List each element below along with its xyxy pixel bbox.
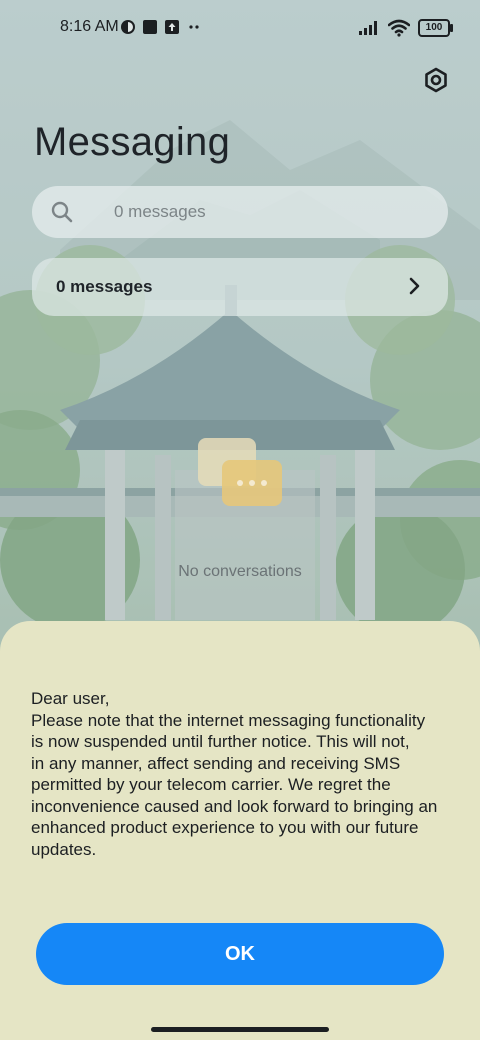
settings-button[interactable] bbox=[420, 64, 452, 96]
search-icon bbox=[51, 201, 73, 223]
search-bar[interactable]: 0 messages bbox=[32, 186, 448, 238]
notice-message: Dear user, Please note that the internet… bbox=[31, 688, 461, 860]
notice-line: Dear user, bbox=[31, 689, 110, 708]
notice-line: is now suspended until further notice. T… bbox=[31, 732, 410, 751]
notice-line: in any manner, affect sending and receiv… bbox=[31, 753, 401, 773]
empty-conversations-icon bbox=[198, 438, 282, 506]
notification-icons bbox=[120, 18, 202, 36]
notice-line: updates. bbox=[31, 839, 97, 859]
more-notifications-icon bbox=[189, 25, 199, 29]
battery-icon: 100 bbox=[418, 19, 453, 37]
notice-line: enhanced product experience to you with … bbox=[31, 818, 419, 837]
system-icons: 100 bbox=[358, 18, 453, 38]
notice-line: permitted by your telecom carrier. We re… bbox=[31, 775, 391, 794]
page-title: Messaging bbox=[34, 120, 231, 164]
notice-line: Please note that the internet messaging … bbox=[31, 710, 426, 730]
vpn-icon bbox=[121, 20, 135, 34]
home-indicator[interactable] bbox=[151, 1027, 329, 1032]
status-bar: 8:16 AM 100 bbox=[0, 0, 480, 56]
messages-summary-row[interactable]: 0 messages bbox=[32, 258, 448, 316]
settings-icon bbox=[425, 67, 447, 93]
empty-state-text: No conversations bbox=[178, 563, 302, 580]
search-placeholder: 0 messages bbox=[114, 202, 206, 221]
summary-label: 0 messages bbox=[56, 277, 153, 296]
chevron-right-icon bbox=[409, 277, 420, 295]
upload-notification-icon bbox=[165, 20, 179, 34]
status-time: 8:16 AM bbox=[60, 18, 119, 35]
square-notification-icon bbox=[143, 20, 157, 34]
notice-line: inconvenience caused and look forward to… bbox=[31, 796, 438, 816]
wifi-icon bbox=[388, 19, 410, 37]
ok-button[interactable]: OK bbox=[36, 923, 444, 985]
signal-icon bbox=[359, 21, 377, 35]
